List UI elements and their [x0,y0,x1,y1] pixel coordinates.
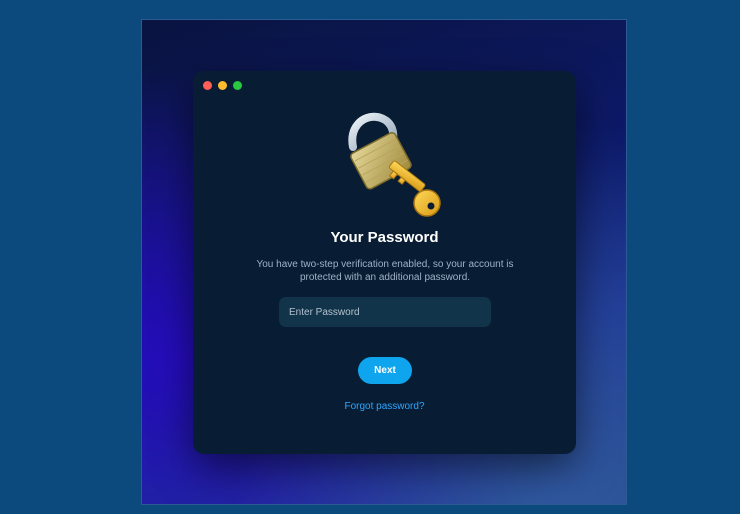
lock-and-key-icon [348,112,441,217]
page-title: Your Password [330,229,439,246]
next-button[interactable]: Next [358,357,412,384]
password-input[interactable] [279,297,491,327]
window-controls [203,81,242,90]
background-stage: Your Password You have two-step verifica… [141,19,627,505]
close-window-button[interactable] [203,81,212,90]
description-text: You have two-step verification enabled, … [256,259,514,283]
zoom-window-button[interactable] [233,81,242,90]
forgot-password-link[interactable]: Forgot password? [193,401,576,412]
minimize-window-button[interactable] [218,81,227,90]
password-window: Your Password You have two-step verifica… [193,71,576,454]
